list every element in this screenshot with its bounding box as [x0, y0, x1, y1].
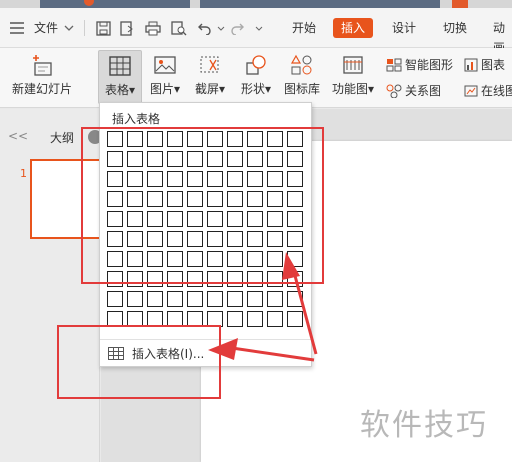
table-grid-cell[interactable]: [247, 291, 263, 307]
outline-tab[interactable]: 大纲: [50, 129, 74, 146]
watermark-text: 软件技巧: [360, 408, 488, 443]
export-pdf-icon[interactable]: [118, 18, 136, 38]
divider: [84, 20, 85, 36]
table-button[interactable]: 表格▾: [98, 50, 142, 104]
tab-design[interactable]: 设计: [392, 18, 416, 38]
shape-button[interactable]: 形状▾: [236, 50, 276, 104]
table-grid-cell[interactable]: [227, 311, 243, 327]
chevron-down-icon[interactable]: [60, 18, 78, 38]
chart-label: 图表: [481, 58, 506, 72]
file-menu[interactable]: 文件: [34, 18, 58, 38]
online-chart-label: 在线图: [481, 84, 512, 98]
screenshot-label: 截屏▾: [194, 82, 226, 96]
table-label: 表格▾: [104, 83, 136, 97]
customize-chevron-icon[interactable]: [250, 18, 268, 38]
picture-button[interactable]: 图片▾: [146, 50, 184, 104]
redo-icon[interactable]: [228, 18, 246, 38]
shape-label: 形状▾: [240, 82, 272, 96]
picture-icon: [146, 50, 184, 80]
table-grid-cell[interactable]: [267, 291, 283, 307]
screenshot-button[interactable]: 截屏▾: [190, 50, 230, 104]
chart-button[interactable]: 图表: [464, 56, 505, 74]
table-grid-cell[interactable]: [127, 291, 143, 307]
icon-library-label: 图标库: [283, 82, 320, 96]
print-preview-icon[interactable]: [170, 18, 188, 38]
online-chart-icon: [464, 85, 478, 97]
picture-label: 图片▾: [149, 82, 181, 96]
dropdown-title: 插入表格: [112, 112, 161, 126]
relation-chart-button[interactable]: 关系图: [386, 82, 441, 100]
table-grid-cell[interactable]: [147, 291, 163, 307]
tab-insert[interactable]: 插入: [333, 18, 374, 38]
online-chart-button[interactable]: 在线图: [464, 82, 512, 100]
function-chart-label: 功能图▾: [331, 82, 375, 96]
window-tab[interactable]: [40, 0, 190, 8]
icon-library-icon: [282, 50, 322, 80]
ribbon-insert: 新建幻灯片 表格▾ 图片▾ 截屏▾ 形状▾ 图标库 功能图▾ 智能图形 图表 关…: [0, 48, 512, 108]
icon-library-button[interactable]: 图标库: [282, 50, 322, 104]
relation-chart-icon: [386, 84, 402, 98]
table-grid-cell[interactable]: [247, 311, 263, 327]
table-grid-cell[interactable]: [227, 291, 243, 307]
window-tab-active[interactable]: [452, 0, 468, 8]
collapse-panel-button[interactable]: <<: [8, 129, 28, 143]
tab-transitions[interactable]: 切换: [443, 18, 467, 38]
smart-art-button[interactable]: 智能图形: [386, 56, 453, 74]
shape-icon: [236, 50, 276, 80]
relation-chart-label: 关系图: [405, 84, 442, 98]
table-grid-cell[interactable]: [287, 291, 303, 307]
table-grid-cell[interactable]: [167, 291, 183, 307]
app-dot-icon: [84, 0, 94, 6]
highlight-box-insert: [57, 325, 221, 399]
save-icon[interactable]: [94, 18, 112, 38]
hamburger-menu-icon[interactable]: [8, 18, 26, 38]
new-slide-label: 新建幻灯片: [11, 82, 72, 96]
table-icon: [99, 51, 141, 81]
screenshot-icon: [190, 50, 230, 80]
table-grid-cell[interactable]: [267, 311, 283, 327]
window-tab[interactable]: [200, 0, 440, 8]
table-grid-cell[interactable]: [187, 291, 203, 307]
menu-bar: 文件 开始 插入 设计 切换 动画: [0, 8, 512, 55]
table-grid-cell[interactable]: [287, 311, 303, 327]
slide-number: 1: [20, 167, 27, 180]
new-slide-icon: [8, 50, 76, 80]
smart-art-icon: [386, 58, 402, 72]
function-chart-icon: [328, 50, 378, 80]
smart-art-label: 智能图形: [405, 58, 454, 72]
chart-icon: [464, 58, 478, 72]
table-grid-cell[interactable]: [107, 291, 123, 307]
highlight-box-grid: [81, 127, 324, 284]
tab-home[interactable]: 开始: [292, 18, 316, 38]
tab-animation[interactable]: 动画: [493, 18, 512, 55]
new-slide-button[interactable]: 新建幻灯片: [8, 50, 76, 104]
function-chart-button[interactable]: 功能图▾: [328, 50, 378, 104]
table-grid-cell[interactable]: [207, 291, 223, 307]
print-icon[interactable]: [144, 18, 162, 38]
window-tab-strip: [0, 0, 512, 8]
